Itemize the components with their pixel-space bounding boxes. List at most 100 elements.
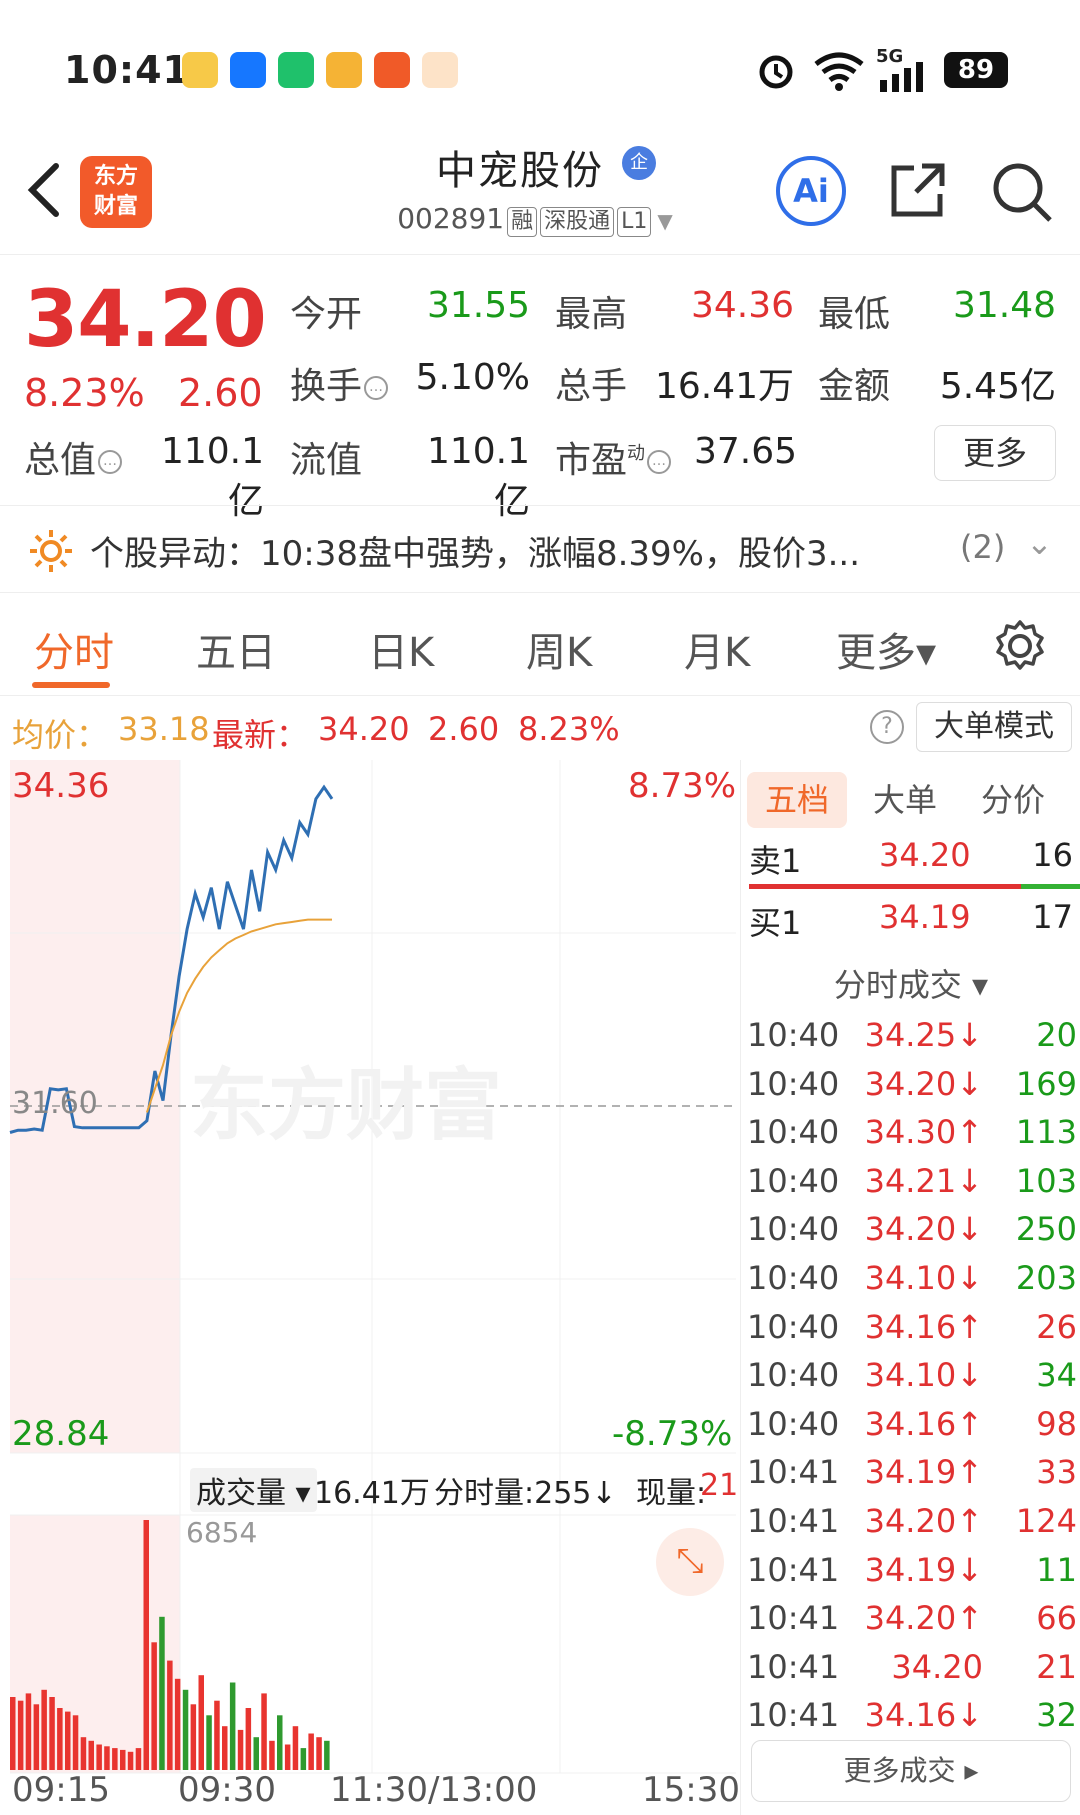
stock-code: 002891 xyxy=(397,202,505,235)
latest-percent: 8.23% xyxy=(518,710,620,748)
volume-bar xyxy=(174,1678,181,1770)
status-bar: 10:41 5G 89 xyxy=(0,0,1080,130)
tick-volume: 250 xyxy=(1015,1210,1077,1249)
current-price: 34.20 xyxy=(24,275,267,365)
tick-volume: 11 xyxy=(1036,1550,1077,1589)
panel-tab-price-dist[interactable]: 分价 xyxy=(963,772,1063,828)
volume-bar xyxy=(57,1708,63,1770)
tab-weekly-k[interactable]: 周K xyxy=(526,620,592,678)
search-button[interactable] xyxy=(990,160,1054,224)
mktcap-label: 总值… xyxy=(24,431,123,483)
chevron-down-icon[interactable]: ⌄ xyxy=(1026,524,1053,562)
volume-bar xyxy=(49,1697,55,1770)
quote-panel: 34.20 8.23% 2.60 今开 31.55 最高 34.36 最低 31… xyxy=(0,255,1080,522)
share-icon xyxy=(891,163,945,217)
volume-bar xyxy=(112,1748,118,1770)
tick-volume: 203 xyxy=(1015,1259,1077,1297)
panel-tab-big-orders[interactable]: 大单 xyxy=(855,772,955,828)
tab-monthly-k[interactable]: 月K xyxy=(684,620,750,678)
volume-bar xyxy=(167,1660,173,1770)
stock-code-line: 002891 融深股通 L1 ▼ xyxy=(360,202,710,237)
pe-label-text: 市盈 xyxy=(555,440,628,481)
avg-label: 均价： xyxy=(12,716,109,754)
intraday-chart[interactable]: 东方财富 34.36 31.60 28.84 8.73% -8.73% 成交量 … xyxy=(0,760,740,1815)
tick-row: 10:40 34.20↓ 250 xyxy=(747,1206,1077,1254)
volume-label: 总手 xyxy=(555,366,628,407)
order-panel: 五档 大单 分价 卖1 34.20 16 买1 34.19 17 分时成交 ▾ … xyxy=(740,760,1080,1815)
tick-price: 34.20↓ xyxy=(864,1064,983,1103)
pct-min-label: -8.73% xyxy=(612,1414,733,1454)
low-label: 最低 xyxy=(818,294,891,335)
volume-bar xyxy=(33,1704,40,1770)
sell-1-volume: 16 xyxy=(1032,836,1073,874)
tick-row: 10:41 34.20 21 xyxy=(747,1644,1077,1692)
volume-bar xyxy=(198,1675,204,1770)
tick-price: 34.19↑ xyxy=(864,1453,983,1492)
volume-bar xyxy=(151,1642,157,1770)
expand-icon: ⤡ xyxy=(676,1541,704,1581)
alert-text: 个股异动：10:38盘中强势，涨幅8.39%，股价3... xyxy=(90,534,861,574)
tick-volume: 66 xyxy=(1036,1599,1077,1638)
low-value: 31.48 xyxy=(952,285,1056,326)
tick-price: 34.16↑ xyxy=(864,1404,983,1443)
ai-button[interactable]: Ai xyxy=(776,156,846,226)
more-button[interactable]: 更多 xyxy=(934,425,1056,481)
alipay-icon xyxy=(230,52,266,88)
gear-icon[interactable] xyxy=(992,618,1048,674)
tick-volume: 20 xyxy=(1036,1016,1077,1054)
back-button[interactable] xyxy=(24,160,74,220)
watermark: 东方财富 xyxy=(190,1061,502,1151)
tick-row: 10:41 34.16↓ 32 xyxy=(747,1692,1077,1740)
tab-intraday[interactable]: 分时 xyxy=(34,620,114,678)
volume-bar xyxy=(190,1704,197,1770)
turnover-label-text: 换手 xyxy=(290,366,363,407)
tick-price: 34.30↑ xyxy=(864,1113,983,1152)
tab-daily-k[interactable]: 日K xyxy=(368,620,434,678)
more-ticks-button[interactable]: 更多成交 ▸ xyxy=(751,1740,1071,1802)
volume-bar xyxy=(135,1748,142,1770)
pct-max-label: 8.73% xyxy=(628,766,737,806)
pe-value: 37.65 xyxy=(694,431,798,472)
help-icon[interactable]: ? xyxy=(870,710,904,744)
chevron-left-icon xyxy=(27,163,59,217)
caret-down-icon[interactable]: ▼ xyxy=(657,209,672,233)
volume-bar xyxy=(269,1740,275,1770)
big-order-mode-button[interactable]: 大单模式 xyxy=(916,702,1072,752)
buy-1-label: 买1 xyxy=(749,904,802,942)
volume-bar xyxy=(324,1740,330,1770)
buy-1-price: 34.19 xyxy=(879,898,971,936)
open-value: 31.55 xyxy=(426,285,530,326)
volume-bar xyxy=(237,1729,244,1770)
tick-volume: 32 xyxy=(1036,1696,1077,1735)
tick-volume: 21 xyxy=(1036,1647,1077,1686)
info-icon[interactable]: … xyxy=(647,450,672,474)
buy-1-volume: 17 xyxy=(1032,898,1073,936)
pe-label: 市盈动… xyxy=(555,431,672,483)
latest-label: 最新： xyxy=(212,716,309,754)
info-icon[interactable]: … xyxy=(98,450,123,474)
ticks-header[interactable]: 分时成交 ▾ xyxy=(741,960,1080,1006)
alert-count: (2) xyxy=(960,528,1006,566)
order-balance-bar-buy xyxy=(1021,884,1080,889)
volume-bar xyxy=(80,1737,87,1770)
volume-bar xyxy=(300,1748,307,1770)
misc-app-icon xyxy=(422,52,458,88)
sell-1-price: 34.20 xyxy=(879,836,971,874)
mktcap-label-text: 总值 xyxy=(24,440,97,481)
stock-alert-bar[interactable]: 个股异动：10:38盘中强势，涨幅8.39%，股价3... (2) ⌄ xyxy=(0,505,1080,593)
y-ref-label: 31.60 xyxy=(12,1086,98,1121)
tag-margin: 融 xyxy=(507,207,538,237)
share-button[interactable] xyxy=(888,160,948,220)
tab-five-day[interactable]: 五日 xyxy=(196,620,276,678)
tab-more[interactable]: 更多▾ xyxy=(836,620,936,678)
signal-icon xyxy=(880,62,923,92)
info-icon[interactable]: … xyxy=(364,376,389,400)
volume-bar xyxy=(261,1693,267,1770)
period-volume: 分时量:255↓ xyxy=(434,1476,617,1511)
volume-selector[interactable]: 成交量 ▾ xyxy=(190,1468,317,1512)
app-logo[interactable]: 东方 财富 xyxy=(80,156,152,228)
tick-volume: 124 xyxy=(1015,1502,1077,1540)
chart-svg[interactable]: 东方财富 xyxy=(0,760,740,1815)
panel-tab-level5[interactable]: 五档 xyxy=(747,772,847,828)
expand-button[interactable]: ⤡ xyxy=(656,1528,724,1596)
